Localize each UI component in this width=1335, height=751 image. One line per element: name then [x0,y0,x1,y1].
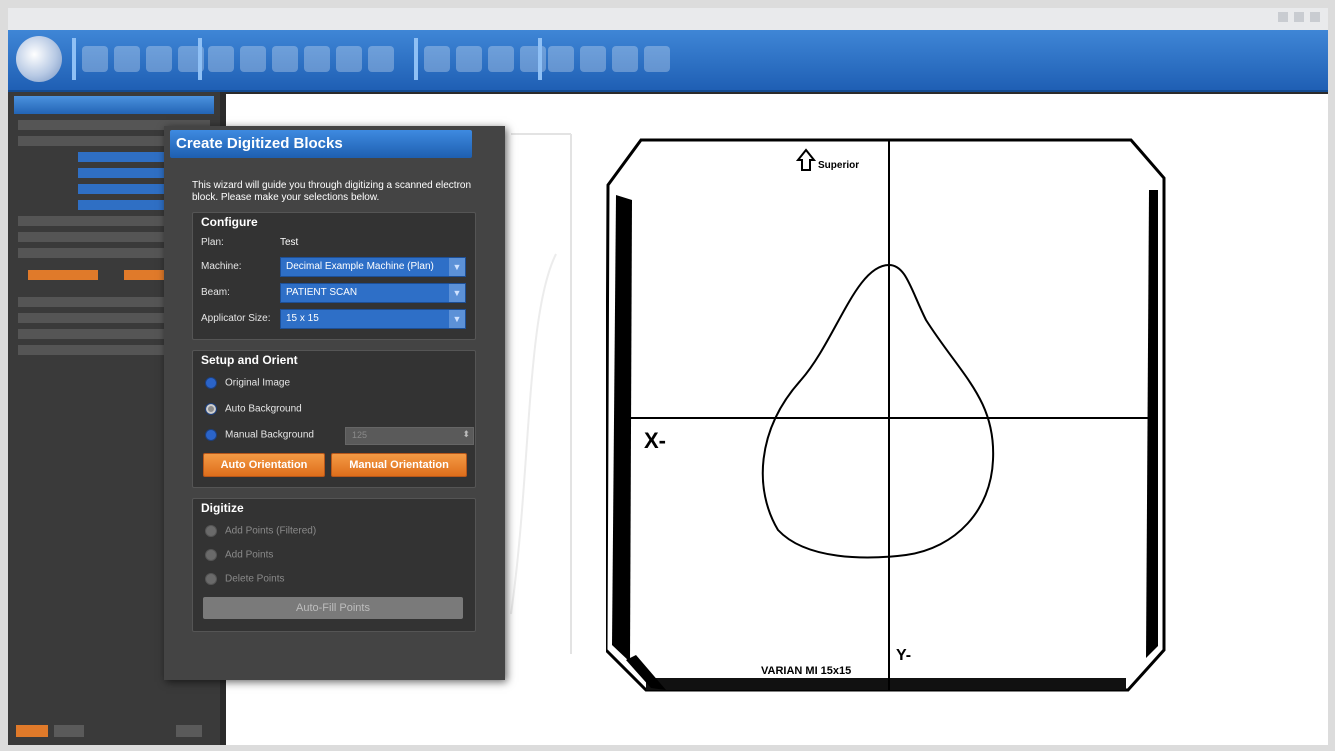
configure-section: Configure Plan: Test Machine: Decimal Ex… [192,212,476,340]
machine-dropdown[interactable]: Decimal Example Machine (Plan) ▼ [280,257,466,277]
footer-button[interactable] [176,725,202,737]
toolbar-button-icon[interactable] [368,46,394,72]
manual-background-option[interactable]: Manual Background 125 ⬍ [205,427,475,445]
beam-label: Beam: [201,287,230,298]
toolbar-button-icon[interactable] [456,46,482,72]
app-logo-icon [16,36,62,82]
option-label: Add Points (Filtered) [225,525,317,537]
add-points-filtered-option[interactable]: Add Points (Filtered) [205,525,316,541]
toolbar-group-2 [198,38,400,80]
beam-value: PATIENT SCAN [286,287,358,298]
machine-label: Machine: [201,261,242,272]
option-label: Auto Background [225,403,302,415]
applicator-size-label: Applicator Size: [201,313,271,324]
toolbar-button-icon[interactable] [424,46,450,72]
applicator-size-dropdown[interactable]: 15 x 15 ▼ [280,309,466,329]
delete-points-option[interactable]: Delete Points [205,573,284,589]
setup-orient-heading: Setup and Orient [201,353,298,367]
option-label: Add Points [225,549,274,561]
stepper-arrows-icon[interactable]: ⬍ [462,429,470,440]
toolbar-button-icon[interactable] [612,46,638,72]
chevron-down-icon[interactable]: ▼ [449,284,465,302]
stepper-value: 125 [352,430,368,440]
panel-footer [8,725,220,739]
title-bar [8,8,1328,31]
configure-heading: Configure [201,215,258,229]
footer-button[interactable] [54,725,84,737]
radio-icon[interactable] [205,377,217,389]
add-points-option[interactable]: Add Points [205,549,273,565]
toolbar-button-icon[interactable] [82,46,108,72]
radio-selected-icon[interactable] [205,403,217,415]
plan-label: Plan: [201,237,224,248]
radio-icon[interactable] [205,525,217,537]
toolbar-button-icon[interactable] [304,46,330,72]
option-label: Manual Background [225,429,314,441]
radio-icon[interactable] [205,573,217,585]
y-axis-label: Y- [896,647,911,664]
radio-icon[interactable] [205,429,217,441]
applicator-size-value: 15 x 15 [286,313,319,324]
panel-header [14,96,214,114]
scanned-block-image[interactable]: Superior X- Y- VARIAN MI 15x15 [606,130,1166,700]
toolbar-button-icon[interactable] [488,46,514,72]
scan-footer-label: VARIAN MI 15x15 [761,665,851,677]
digitize-section: Digitize Add Points (Filtered) Add Point… [192,498,476,632]
digitize-heading: Digitize [201,501,244,515]
auto-fill-points-button[interactable]: Auto-Fill Points [203,597,463,619]
option-label: Delete Points [225,573,285,585]
auto-background-option[interactable]: Auto Background [205,403,302,419]
plan-value: Test [280,237,299,248]
toolbar-button-icon[interactable] [548,46,574,72]
beam-dropdown[interactable]: PATIENT SCAN ▼ [280,283,466,303]
toolbar-button-icon[interactable] [580,46,606,72]
toolbar-button-icon[interactable] [336,46,362,72]
option-label: Original Image [225,377,291,389]
toolbar-group-3 [414,38,552,80]
toolbar-button-icon[interactable] [114,46,140,72]
manual-background-stepper[interactable]: 125 ⬍ [345,427,474,445]
auto-orientation-button[interactable]: Auto Orientation [203,453,325,477]
toolbar-button-icon[interactable] [644,46,670,72]
toolbar-group-1 [72,38,210,80]
dialog-intro-text: This wizard will guide you through digit… [192,180,472,203]
dialog-title: Create Digitized Blocks [170,130,472,158]
superior-label: Superior [818,160,859,171]
manual-orientation-button[interactable]: Manual Orientation [331,453,467,477]
panel-button[interactable] [28,270,98,280]
chevron-down-icon[interactable]: ▼ [449,258,465,276]
main-toolbar [8,30,1328,92]
close-icon[interactable] [1310,12,1320,22]
footer-button[interactable] [16,725,48,737]
toolbar-button-icon[interactable] [146,46,172,72]
maximize-icon[interactable] [1294,12,1304,22]
setup-orient-section: Setup and Orient Original Image Auto Bac… [192,350,476,488]
radio-icon[interactable] [205,549,217,561]
toolbar-button-icon[interactable] [272,46,298,72]
toolbar-button-icon[interactable] [240,46,266,72]
original-image-option[interactable]: Original Image [205,377,290,393]
chevron-down-icon[interactable]: ▼ [449,310,465,328]
create-digitized-blocks-dialog: Create Digitized Blocks This wizard will… [164,126,505,680]
minimize-icon[interactable] [1278,12,1288,22]
toolbar-button-icon[interactable] [208,46,234,72]
toolbar-group-4 [538,38,676,80]
machine-value: Decimal Example Machine (Plan) [286,261,434,272]
x-axis-label: X- [644,428,666,453]
window-controls [1278,12,1320,22]
